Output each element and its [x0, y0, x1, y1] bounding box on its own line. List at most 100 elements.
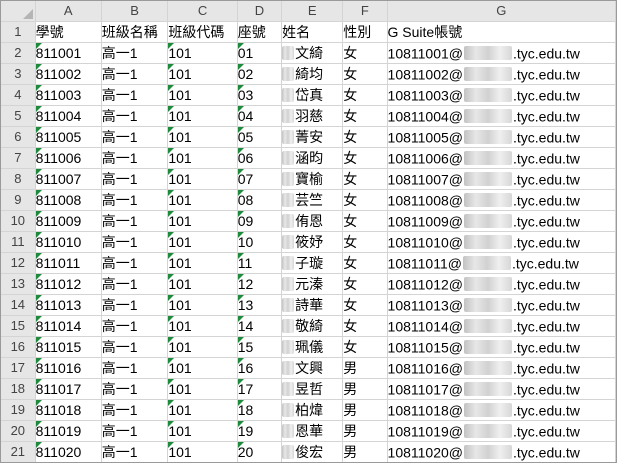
cell-class-name[interactable]: 高一1 — [101, 441, 169, 462]
cell-student-id[interactable]: 811014 — [35, 315, 102, 337]
cell-class-code[interactable]: 101 — [167, 420, 238, 442]
row-header[interactable]: 14 — [1, 294, 36, 316]
row-header[interactable]: 5 — [1, 105, 36, 127]
row-header[interactable]: 15 — [1, 315, 36, 337]
cell-class-name[interactable]: 高一1 — [101, 294, 169, 316]
cell-name[interactable]: 敬綺 — [281, 315, 344, 337]
row-header[interactable]: 3 — [1, 63, 36, 85]
cell-gsuite-account[interactable]: 10811009@ .tyc.edu.tw — [387, 210, 616, 232]
cell-student-id[interactable]: 811006 — [35, 147, 102, 169]
cell-name[interactable]: 筱妤 — [281, 231, 344, 253]
cell-seat[interactable]: 05 — [237, 126, 283, 148]
cell-name[interactable]: 珮儀 — [281, 336, 344, 358]
cell-student-id[interactable]: 811007 — [35, 168, 102, 190]
cell-gsuite-account[interactable]: 10811011@ .tyc.edu.tw — [387, 252, 616, 274]
cell-student-id[interactable]: 811015 — [35, 336, 102, 358]
cell-class-code[interactable]: 101 — [167, 168, 238, 190]
row-header[interactable]: 12 — [1, 252, 36, 274]
cell-header-gsuite-account[interactable]: G Suite帳號 — [387, 21, 616, 43]
cell-header-seat[interactable]: 座號 — [237, 21, 283, 43]
cell-seat[interactable]: 07 — [237, 168, 283, 190]
cell-gender[interactable]: 女 — [342, 189, 388, 211]
cell-seat[interactable]: 06 — [237, 147, 283, 169]
cell-student-id[interactable]: 811018 — [35, 399, 102, 421]
cell-name[interactable]: 昱哲 — [281, 378, 344, 400]
cell-gender[interactable]: 女 — [342, 105, 388, 127]
cell-gender[interactable]: 男 — [342, 420, 388, 442]
cell-gender[interactable]: 男 — [342, 441, 388, 462]
cell-seat[interactable]: 14 — [237, 315, 283, 337]
cell-seat[interactable]: 11 — [237, 252, 283, 274]
cell-class-code[interactable]: 101 — [167, 273, 238, 295]
cell-class-name[interactable]: 高一1 — [101, 399, 169, 421]
row-header[interactable]: 21 — [1, 441, 36, 462]
cell-gsuite-account[interactable]: 10811007@ .tyc.edu.tw — [387, 168, 616, 190]
cell-name[interactable]: 岱真 — [281, 84, 344, 106]
cell-gsuite-account[interactable]: 10811010@ .tyc.edu.tw — [387, 231, 616, 253]
cell-name[interactable]: 恩華 — [281, 420, 344, 442]
cell-class-name[interactable]: 高一1 — [101, 210, 169, 232]
cell-student-id[interactable]: 811013 — [35, 294, 102, 316]
cell-class-name[interactable]: 高一1 — [101, 84, 169, 106]
row-header[interactable]: 18 — [1, 378, 36, 400]
cell-seat[interactable]: 20 — [237, 441, 283, 462]
cell-class-name[interactable]: 高一1 — [101, 378, 169, 400]
cell-gender[interactable]: 女 — [342, 84, 388, 106]
cell-gender[interactable]: 女 — [342, 294, 388, 316]
cell-gender[interactable]: 女 — [342, 63, 388, 85]
cell-gender[interactable]: 女 — [342, 210, 388, 232]
cell-gsuite-account[interactable]: 10811019@ .tyc.edu.tw — [387, 420, 616, 442]
cell-student-id[interactable]: 811019 — [35, 420, 102, 442]
column-header-a[interactable]: A — [35, 1, 102, 22]
cell-name[interactable]: 元溱 — [281, 273, 344, 295]
row-header[interactable]: 11 — [1, 231, 36, 253]
cell-gsuite-account[interactable]: 10811006@ .tyc.edu.tw — [387, 147, 616, 169]
cell-seat[interactable]: 08 — [237, 189, 283, 211]
cell-name[interactable]: 子璇 — [281, 252, 344, 274]
cell-name[interactable]: 柏煒 — [281, 399, 344, 421]
cell-seat[interactable]: 16 — [237, 357, 283, 379]
cell-gsuite-account[interactable]: 10811020@ .tyc.edu.tw — [387, 441, 616, 462]
cell-gsuite-account[interactable]: 10811016@ .tyc.edu.tw — [387, 357, 616, 379]
cell-name[interactable]: 詩華 — [281, 294, 344, 316]
cell-student-id[interactable]: 811020 — [35, 441, 102, 462]
cell-name[interactable]: 羽慈 — [281, 105, 344, 127]
cell-class-name[interactable]: 高一1 — [101, 336, 169, 358]
cell-seat[interactable]: 18 — [237, 399, 283, 421]
row-header[interactable]: 4 — [1, 84, 36, 106]
column-header-e[interactable]: E — [281, 1, 344, 22]
row-header[interactable]: 13 — [1, 273, 36, 295]
cell-class-name[interactable]: 高一1 — [101, 63, 169, 85]
cell-class-name[interactable]: 高一1 — [101, 357, 169, 379]
cell-header-student-id[interactable]: 學號 — [35, 21, 102, 43]
cell-class-name[interactable]: 高一1 — [101, 252, 169, 274]
cell-name[interactable]: 菁安 — [281, 126, 344, 148]
cell-gsuite-account[interactable]: 10811003@ .tyc.edu.tw — [387, 84, 616, 106]
cell-class-name[interactable]: 高一1 — [101, 420, 169, 442]
cell-gender[interactable]: 男 — [342, 378, 388, 400]
cell-class-name[interactable]: 高一1 — [101, 189, 169, 211]
cell-gender[interactable]: 女 — [342, 315, 388, 337]
cell-student-id[interactable]: 811002 — [35, 63, 102, 85]
row-header[interactable]: 8 — [1, 168, 36, 190]
cell-class-code[interactable]: 101 — [167, 126, 238, 148]
cell-gsuite-account[interactable]: 10811014@ .tyc.edu.tw — [387, 315, 616, 337]
cell-class-name[interactable]: 高一1 — [101, 273, 169, 295]
cell-gender[interactable]: 男 — [342, 399, 388, 421]
cell-seat[interactable]: 10 — [237, 231, 283, 253]
cell-gender[interactable]: 女 — [342, 147, 388, 169]
row-header[interactable]: 16 — [1, 336, 36, 358]
row-header[interactable]: 1 — [1, 21, 36, 43]
row-header[interactable]: 17 — [1, 357, 36, 379]
column-header-c[interactable]: C — [167, 1, 238, 22]
column-header-b[interactable]: B — [101, 1, 169, 22]
column-header-d[interactable]: D — [237, 1, 283, 22]
cell-gsuite-account[interactable]: 10811012@ .tyc.edu.tw — [387, 273, 616, 295]
cell-student-id[interactable]: 811010 — [35, 231, 102, 253]
cell-seat[interactable]: 12 — [237, 273, 283, 295]
cell-class-name[interactable]: 高一1 — [101, 315, 169, 337]
cell-name[interactable]: 俊宏 — [281, 441, 344, 462]
cell-name[interactable]: 芸竺 — [281, 189, 344, 211]
row-header[interactable]: 10 — [1, 210, 36, 232]
cell-class-name[interactable]: 高一1 — [101, 42, 169, 64]
